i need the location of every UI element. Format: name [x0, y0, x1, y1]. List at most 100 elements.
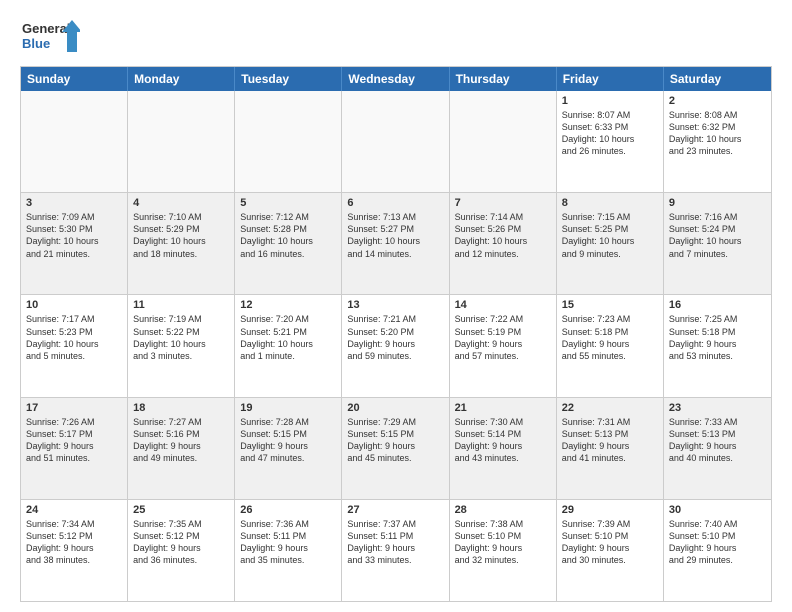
day-info: Sunrise: 7:30 AM Sunset: 5:14 PM Dayligh…: [455, 416, 551, 465]
day-info: Sunrise: 7:38 AM Sunset: 5:10 PM Dayligh…: [455, 518, 551, 567]
header-cell-friday: Friday: [557, 67, 664, 91]
day-number: 18: [133, 402, 229, 414]
day-number: 21: [455, 402, 551, 414]
day-info: Sunrise: 7:27 AM Sunset: 5:16 PM Dayligh…: [133, 416, 229, 465]
header-cell-sunday: Sunday: [21, 67, 128, 91]
calendar-cell: 30 Sunrise: 7:40 AM Sunset: 5:10 PM Dayli…: [664, 500, 771, 601]
day-info: Sunrise: 7:21 AM Sunset: 5:20 PM Dayligh…: [347, 313, 443, 362]
calendar-cell: 7 Sunrise: 7:14 AM Sunset: 5:26 PM Daylig…: [450, 193, 557, 294]
day-info: Sunrise: 7:14 AM Sunset: 5:26 PM Dayligh…: [455, 211, 551, 260]
day-number: 3: [26, 197, 122, 209]
calendar-cell: 10Sunrise: 7:17 AM Sunset: 5:23 PM Dayli…: [21, 295, 128, 396]
day-info: Sunrise: 7:26 AM Sunset: 5:17 PM Dayligh…: [26, 416, 122, 465]
day-number: 9: [669, 197, 766, 209]
calendar-cell: 21 Sunrise: 7:30 AM Sunset: 5:14 PM Dayli…: [450, 398, 557, 499]
calendar-cell: 26Sunrise: 7:36 AM Sunset: 5:11 PM Dayli…: [235, 500, 342, 601]
calendar-cell: 20 Sunrise: 7:29 AM Sunset: 5:15 PM Dayli…: [342, 398, 449, 499]
header-cell-wednesday: Wednesday: [342, 67, 449, 91]
calendar-cell: 19Sunrise: 7:28 AM Sunset: 5:15 PM Dayli…: [235, 398, 342, 499]
svg-text:General: General: [22, 21, 70, 36]
day-number: 30: [669, 504, 766, 516]
header-cell-tuesday: Tuesday: [235, 67, 342, 91]
day-info: Sunrise: 7:17 AM Sunset: 5:23 PM Dayligh…: [26, 313, 122, 362]
day-number: 16: [669, 299, 766, 311]
calendar-cell: 28Sunrise: 7:38 AM Sunset: 5:10 PM Dayli…: [450, 500, 557, 601]
day-info: Sunrise: 7:16 AM Sunset: 5:24 PM Dayligh…: [669, 211, 766, 260]
day-number: 15: [562, 299, 658, 311]
calendar-body: 1Sunrise: 8:07 AM Sunset: 6:33 PM Daylig…: [21, 91, 771, 601]
day-number: 25: [133, 504, 229, 516]
calendar: SundayMondayTuesdayWednesdayThursdayFrid…: [20, 66, 772, 602]
calendar-cell: [21, 91, 128, 192]
day-info: Sunrise: 7:22 AM Sunset: 5:19 PM Dayligh…: [455, 313, 551, 362]
day-number: 5: [240, 197, 336, 209]
day-info: Sunrise: 7:28 AM Sunset: 5:15 PM Dayligh…: [240, 416, 336, 465]
calendar-cell: 1Sunrise: 8:07 AM Sunset: 6:33 PM Daylig…: [557, 91, 664, 192]
calendar-cell: 23 Sunrise: 7:33 AM Sunset: 5:13 PM Dayli…: [664, 398, 771, 499]
day-info: Sunrise: 7:25 AM Sunset: 5:18 PM Dayligh…: [669, 313, 766, 362]
calendar-cell: 16 Sunrise: 7:25 AM Sunset: 5:18 PM Dayli…: [664, 295, 771, 396]
day-info: Sunrise: 7:37 AM Sunset: 5:11 PM Dayligh…: [347, 518, 443, 567]
day-number: 8: [562, 197, 658, 209]
day-info: Sunrise: 7:35 AM Sunset: 5:12 PM Dayligh…: [133, 518, 229, 567]
logo: General Blue: [20, 16, 80, 56]
day-info: Sunrise: 7:09 AM Sunset: 5:30 PM Dayligh…: [26, 211, 122, 260]
day-number: 20: [347, 402, 443, 414]
calendar-row-2: 3 Sunrise: 7:09 AM Sunset: 5:30 PM Daylig…: [21, 193, 771, 295]
calendar-row-4: 17 Sunrise: 7:26 AM Sunset: 5:17 PM Dayli…: [21, 398, 771, 500]
day-info: Sunrise: 8:07 AM Sunset: 6:33 PM Dayligh…: [562, 109, 658, 158]
day-number: 14: [455, 299, 551, 311]
calendar-header: SundayMondayTuesdayWednesdayThursdayFrid…: [21, 67, 771, 91]
calendar-row-3: 10Sunrise: 7:17 AM Sunset: 5:23 PM Dayli…: [21, 295, 771, 397]
calendar-cell: 4 Sunrise: 7:10 AM Sunset: 5:29 PM Daylig…: [128, 193, 235, 294]
calendar-row-5: 24 Sunrise: 7:34 AM Sunset: 5:12 PM Dayli…: [21, 500, 771, 601]
calendar-cell: 24 Sunrise: 7:34 AM Sunset: 5:12 PM Dayli…: [21, 500, 128, 601]
day-info: Sunrise: 7:19 AM Sunset: 5:22 PM Dayligh…: [133, 313, 229, 362]
day-number: 23: [669, 402, 766, 414]
day-info: Sunrise: 8:08 AM Sunset: 6:32 PM Dayligh…: [669, 109, 766, 158]
day-number: 22: [562, 402, 658, 414]
calendar-cell: [342, 91, 449, 192]
day-info: Sunrise: 7:40 AM Sunset: 5:10 PM Dayligh…: [669, 518, 766, 567]
calendar-cell: 17 Sunrise: 7:26 AM Sunset: 5:17 PM Dayli…: [21, 398, 128, 499]
day-info: Sunrise: 7:13 AM Sunset: 5:27 PM Dayligh…: [347, 211, 443, 260]
day-info: Sunrise: 7:20 AM Sunset: 5:21 PM Dayligh…: [240, 313, 336, 362]
svg-text:Blue: Blue: [22, 36, 50, 51]
day-number: 24: [26, 504, 122, 516]
day-info: Sunrise: 7:12 AM Sunset: 5:28 PM Dayligh…: [240, 211, 336, 260]
calendar-cell: 2 Sunrise: 8:08 AM Sunset: 6:32 PM Daylig…: [664, 91, 771, 192]
calendar-cell: [450, 91, 557, 192]
day-number: 13: [347, 299, 443, 311]
calendar-cell: [128, 91, 235, 192]
header: General Blue: [20, 16, 772, 56]
header-cell-monday: Monday: [128, 67, 235, 91]
day-info: Sunrise: 7:23 AM Sunset: 5:18 PM Dayligh…: [562, 313, 658, 362]
calendar-cell: 12Sunrise: 7:20 AM Sunset: 5:21 PM Dayli…: [235, 295, 342, 396]
calendar-cell: 6 Sunrise: 7:13 AM Sunset: 5:27 PM Daylig…: [342, 193, 449, 294]
calendar-cell: 29 Sunrise: 7:39 AM Sunset: 5:10 PM Dayli…: [557, 500, 664, 601]
day-info: Sunrise: 7:10 AM Sunset: 5:29 PM Dayligh…: [133, 211, 229, 260]
calendar-cell: 15 Sunrise: 7:23 AM Sunset: 5:18 PM Dayli…: [557, 295, 664, 396]
calendar-cell: 14 Sunrise: 7:22 AM Sunset: 5:19 PM Dayli…: [450, 295, 557, 396]
calendar-cell: 8 Sunrise: 7:15 AM Sunset: 5:25 PM Daylig…: [557, 193, 664, 294]
day-info: Sunrise: 7:33 AM Sunset: 5:13 PM Dayligh…: [669, 416, 766, 465]
day-number: 11: [133, 299, 229, 311]
calendar-row-1: 1Sunrise: 8:07 AM Sunset: 6:33 PM Daylig…: [21, 91, 771, 193]
calendar-cell: [235, 91, 342, 192]
header-cell-thursday: Thursday: [450, 67, 557, 91]
day-info: Sunrise: 7:34 AM Sunset: 5:12 PM Dayligh…: [26, 518, 122, 567]
day-number: 17: [26, 402, 122, 414]
day-number: 29: [562, 504, 658, 516]
day-info: Sunrise: 7:15 AM Sunset: 5:25 PM Dayligh…: [562, 211, 658, 260]
calendar-cell: 11 Sunrise: 7:19 AM Sunset: 5:22 PM Dayli…: [128, 295, 235, 396]
day-info: Sunrise: 7:39 AM Sunset: 5:10 PM Dayligh…: [562, 518, 658, 567]
day-number: 6: [347, 197, 443, 209]
day-number: 4: [133, 197, 229, 209]
calendar-cell: 25 Sunrise: 7:35 AM Sunset: 5:12 PM Dayli…: [128, 500, 235, 601]
day-number: 26: [240, 504, 336, 516]
day-info: Sunrise: 7:29 AM Sunset: 5:15 PM Dayligh…: [347, 416, 443, 465]
calendar-cell: 3 Sunrise: 7:09 AM Sunset: 5:30 PM Daylig…: [21, 193, 128, 294]
calendar-cell: 5 Sunrise: 7:12 AM Sunset: 5:28 PM Daylig…: [235, 193, 342, 294]
day-number: 2: [669, 95, 766, 107]
day-number: 7: [455, 197, 551, 209]
